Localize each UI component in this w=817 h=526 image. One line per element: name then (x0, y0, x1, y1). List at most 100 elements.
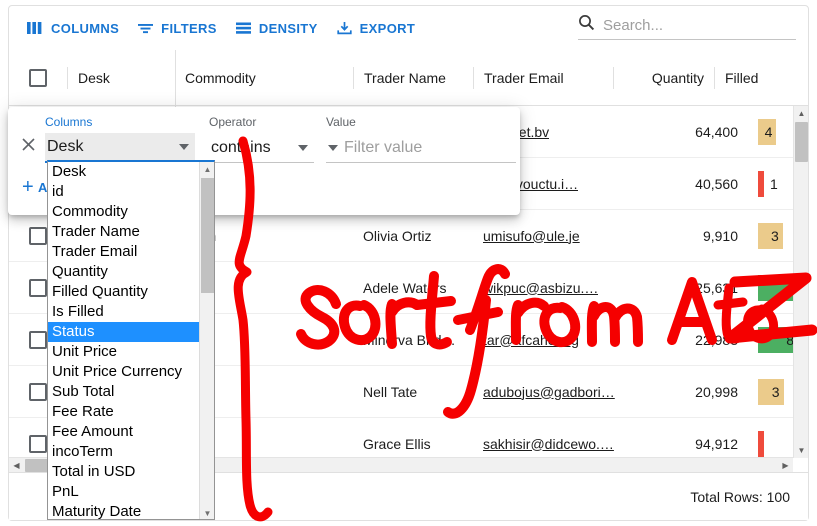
cell-quantity: 94,912 (648, 418, 748, 459)
row-checkbox[interactable] (29, 383, 47, 401)
search-input[interactable] (603, 15, 796, 36)
column-option-quantity[interactable]: Quantity (48, 262, 200, 282)
filter-operator-value: contains (211, 139, 271, 157)
column-option-maturity-date[interactable]: Maturity Date (48, 502, 200, 520)
row-checkbox[interactable] (29, 279, 47, 297)
columns-button[interactable]: COLUMNS (19, 17, 127, 40)
column-header-quantity[interactable]: Quantity (614, 50, 714, 106)
column-header-row: Desk Commodity Trader Name Trader Email … (9, 50, 808, 106)
column-option-fee-rate[interactable]: Fee Rate (48, 402, 200, 422)
scroll-down-arrow-icon[interactable]: ▼ (794, 443, 809, 458)
cell-quantity: 20,998 (648, 366, 748, 418)
dropdown-scroll-thumb[interactable] (201, 178, 214, 293)
column-option-total-in-usd[interactable]: Total in USD (48, 462, 200, 482)
column-header-trader-name-label: Trader Name (364, 70, 446, 86)
filled-bar: 7 (758, 275, 798, 301)
column-header-quantity-label: Quantity (652, 70, 704, 86)
pinned-column-divider (175, 50, 176, 106)
plus-icon: + (22, 177, 34, 197)
cell-trader-name: Adele Waters (353, 262, 473, 314)
row-checkbox[interactable] (29, 227, 47, 245)
close-icon (20, 136, 37, 153)
chevron-down-icon (179, 144, 189, 150)
scroll-left-arrow-icon[interactable]: ◀ (9, 458, 24, 473)
column-option-unit-price-currency[interactable]: Unit Price Currency (48, 362, 200, 382)
filled-value: 3 (771, 228, 779, 244)
filter-value-label: Value (326, 115, 516, 129)
column-header-trader-name[interactable]: Trader Name (354, 50, 473, 106)
column-option-trader-email[interactable]: Trader Email (48, 242, 200, 262)
filled-value: 4 (765, 124, 773, 140)
cell-trader-name: Olivia Ortiz (353, 210, 473, 262)
column-header-filled[interactable]: Filled (715, 50, 775, 106)
filter-value-input[interactable]: Filter value (326, 133, 516, 163)
cell-trader-name: Minerva Bridg… (353, 314, 473, 366)
column-option-fee-amount[interactable]: Fee Amount (48, 422, 200, 442)
delete-filter-button[interactable] (20, 127, 37, 161)
vertical-scroll-thumb[interactable] (795, 122, 808, 162)
columns-button-label: COLUMNS (51, 21, 119, 36)
column-option-id[interactable]: id (48, 182, 200, 202)
vertical-scrollbar[interactable]: ▲ ▼ (793, 106, 808, 458)
column-header-trader-email[interactable]: Trader Email (474, 50, 613, 106)
row-checkbox[interactable] (29, 331, 47, 349)
search-box[interactable] (578, 14, 796, 40)
export-icon (336, 21, 353, 35)
column-option-sub-total[interactable]: Sub Total (48, 382, 200, 402)
column-option-incoterm[interactable]: incoTerm (48, 442, 200, 462)
select-all-checkbox[interactable] (29, 69, 47, 87)
search-icon (578, 14, 595, 36)
column-option-unit-price[interactable]: Unit Price (48, 342, 200, 362)
cell-quantity: 9,910 (648, 210, 748, 262)
column-option-filled-quantity[interactable]: Filled Quantity (48, 282, 200, 302)
trader-email-link[interactable]: tar@afcahe.mg (483, 332, 579, 348)
filled-bar: 3 (758, 379, 784, 405)
column-option-status[interactable]: Status (48, 322, 200, 342)
trader-email-link[interactable]: wikpuc@asbizu.… (483, 280, 598, 296)
cell-trader-email: umisufo@ule.je (473, 210, 648, 262)
filter-operator-select[interactable]: contains (209, 133, 314, 163)
column-header-desk[interactable]: Desk (68, 50, 175, 106)
app-root: COLUMNS FILTERS (0, 0, 817, 526)
filter-columns-value: Desk (47, 138, 83, 156)
dropdown-scrollbar[interactable]: ▲ ▼ (199, 162, 214, 520)
dropdown-scroll-down-icon[interactable]: ▼ (200, 506, 215, 520)
trader-email-link[interactable]: sakhisir@didcewo.… (483, 436, 614, 452)
trader-email-link[interactable]: adubojus@gadbori… (483, 384, 615, 400)
column-header-filled-label: Filled (725, 70, 758, 86)
cell-quantity: 25,631 (648, 262, 748, 314)
column-option-desk[interactable]: Desk (48, 162, 200, 182)
columns-icon (27, 21, 44, 35)
scroll-right-arrow-icon[interactable]: ▶ (778, 458, 793, 473)
density-icon (235, 21, 252, 35)
filter-columns-select[interactable]: Desk (45, 133, 195, 163)
cell-trader-email: tar@afcahe.mg (473, 314, 648, 366)
column-option-pnl[interactable]: PnL (48, 482, 200, 502)
column-option-trader-name[interactable]: Trader Name (48, 222, 200, 242)
column-select-dropdown[interactable]: Desk id Commodity Trader Name Trader Ema… (47, 160, 215, 520)
cell-quantity: 64,400 (648, 106, 748, 158)
row-checkbox[interactable] (29, 435, 47, 453)
filled-bar: 8 (758, 327, 798, 353)
density-button[interactable]: DENSITY (227, 17, 326, 40)
export-button[interactable]: EXPORT (328, 17, 424, 40)
column-option-is-filled[interactable]: Is Filled (48, 302, 200, 322)
trader-email-link[interactable]: umisufo@ule.je (483, 228, 580, 244)
column-option-commodity[interactable]: Commodity (48, 202, 200, 222)
filled-bar: 3 (758, 223, 783, 249)
column-header-commodity[interactable]: Commodity (175, 50, 353, 106)
grid-toolbar: COLUMNS FILTERS (9, 6, 808, 50)
filled-value: 1 (770, 176, 778, 192)
filters-button[interactable]: FILTERS (129, 17, 225, 40)
filled-bar (758, 431, 764, 457)
dropdown-scroll-up-icon[interactable]: ▲ (200, 162, 215, 176)
chevron-down-icon (298, 145, 308, 151)
cell-quantity: 40,560 (648, 158, 748, 210)
filled-bar: 4 (758, 119, 776, 145)
scroll-up-arrow-icon[interactable]: ▲ (794, 106, 809, 121)
filters-button-label: FILTERS (161, 21, 217, 36)
filter-operator-label: Operator (209, 115, 314, 129)
export-button-label: EXPORT (360, 21, 416, 36)
total-rows-label: Total Rows: 100 (690, 489, 790, 505)
density-button-label: DENSITY (259, 21, 318, 36)
